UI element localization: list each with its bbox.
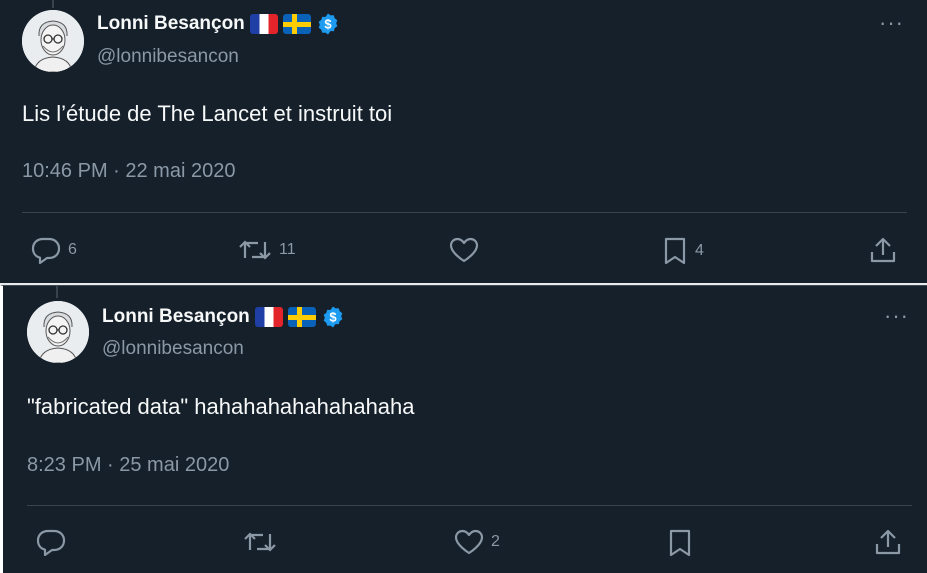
share-icon bbox=[875, 529, 901, 555]
like-button[interactable] bbox=[448, 236, 486, 264]
flag-sweden-icon bbox=[282, 14, 311, 34]
share-button[interactable] bbox=[873, 528, 903, 556]
retweet-count: 11 bbox=[279, 241, 296, 258]
bookmark-button[interactable] bbox=[666, 528, 700, 558]
tweet-1[interactable]: Lonni Besançon $ @lonnibesancon ··· Lis … bbox=[0, 0, 927, 283]
retweet-icon bbox=[244, 532, 276, 552]
tweet-text: Lis l’étude de The Lancet et instruit to… bbox=[22, 101, 393, 126]
reply-button[interactable] bbox=[35, 528, 73, 556]
divider bbox=[22, 212, 907, 213]
author-row: Lonni Besançon $ bbox=[102, 305, 345, 329]
more-icon[interactable]: ··· bbox=[879, 12, 904, 34]
verified-icon[interactable]: $ bbox=[316, 12, 340, 36]
author-row: Lonni Besançon $ bbox=[97, 12, 340, 36]
author-name[interactable]: Lonni Besançon bbox=[97, 13, 245, 35]
author-name[interactable]: Lonni Besançon bbox=[102, 306, 250, 328]
share-icon bbox=[870, 237, 896, 263]
avatar[interactable] bbox=[22, 10, 84, 72]
flag-france-icon bbox=[254, 307, 283, 327]
like-button[interactable]: 2 bbox=[453, 528, 500, 556]
bookmark-icon bbox=[664, 237, 686, 265]
retweet-button[interactable]: 11 bbox=[237, 236, 296, 264]
like-icon bbox=[454, 529, 484, 555]
svg-text:$: $ bbox=[324, 17, 332, 32]
author-handle[interactable]: @lonnibesancon bbox=[102, 338, 244, 360]
bookmark-count: 4 bbox=[695, 242, 704, 259]
thread-line bbox=[56, 286, 58, 298]
bookmark-icon bbox=[669, 529, 691, 557]
retweet-button[interactable] bbox=[242, 528, 284, 556]
more-icon[interactable]: ··· bbox=[884, 305, 909, 327]
svg-text:$: $ bbox=[329, 310, 337, 325]
flag-sweden-icon bbox=[287, 307, 316, 327]
like-count: 2 bbox=[491, 533, 500, 550]
verified-icon[interactable]: $ bbox=[321, 305, 345, 329]
timestamp[interactable]: 8:23 PM · 25 mai 2020 bbox=[27, 454, 229, 477]
retweet-icon bbox=[239, 240, 271, 260]
reply-count: 6 bbox=[68, 241, 77, 258]
tweet-2[interactable]: Lonni Besançon $ @lonnibesancon ··· "fab… bbox=[0, 285, 927, 573]
reply-button[interactable]: 6 bbox=[30, 236, 77, 264]
share-button[interactable] bbox=[868, 236, 898, 264]
avatar-illustration bbox=[22, 10, 84, 72]
timestamp[interactable]: 10:46 PM · 22 mai 2020 bbox=[22, 160, 235, 183]
flag-france-icon bbox=[249, 14, 278, 34]
thread-line bbox=[52, 0, 54, 8]
like-icon bbox=[449, 237, 479, 263]
avatar-illustration bbox=[27, 301, 89, 363]
reply-icon bbox=[36, 529, 66, 556]
avatar[interactable] bbox=[27, 301, 89, 363]
reply-icon bbox=[31, 237, 61, 264]
divider bbox=[27, 505, 912, 506]
author-handle[interactable]: @lonnibesancon bbox=[97, 46, 239, 68]
tweet-text: "fabricated data" hahahahahahahahaha bbox=[27, 394, 415, 419]
bookmark-button[interactable]: 4 bbox=[661, 236, 704, 266]
